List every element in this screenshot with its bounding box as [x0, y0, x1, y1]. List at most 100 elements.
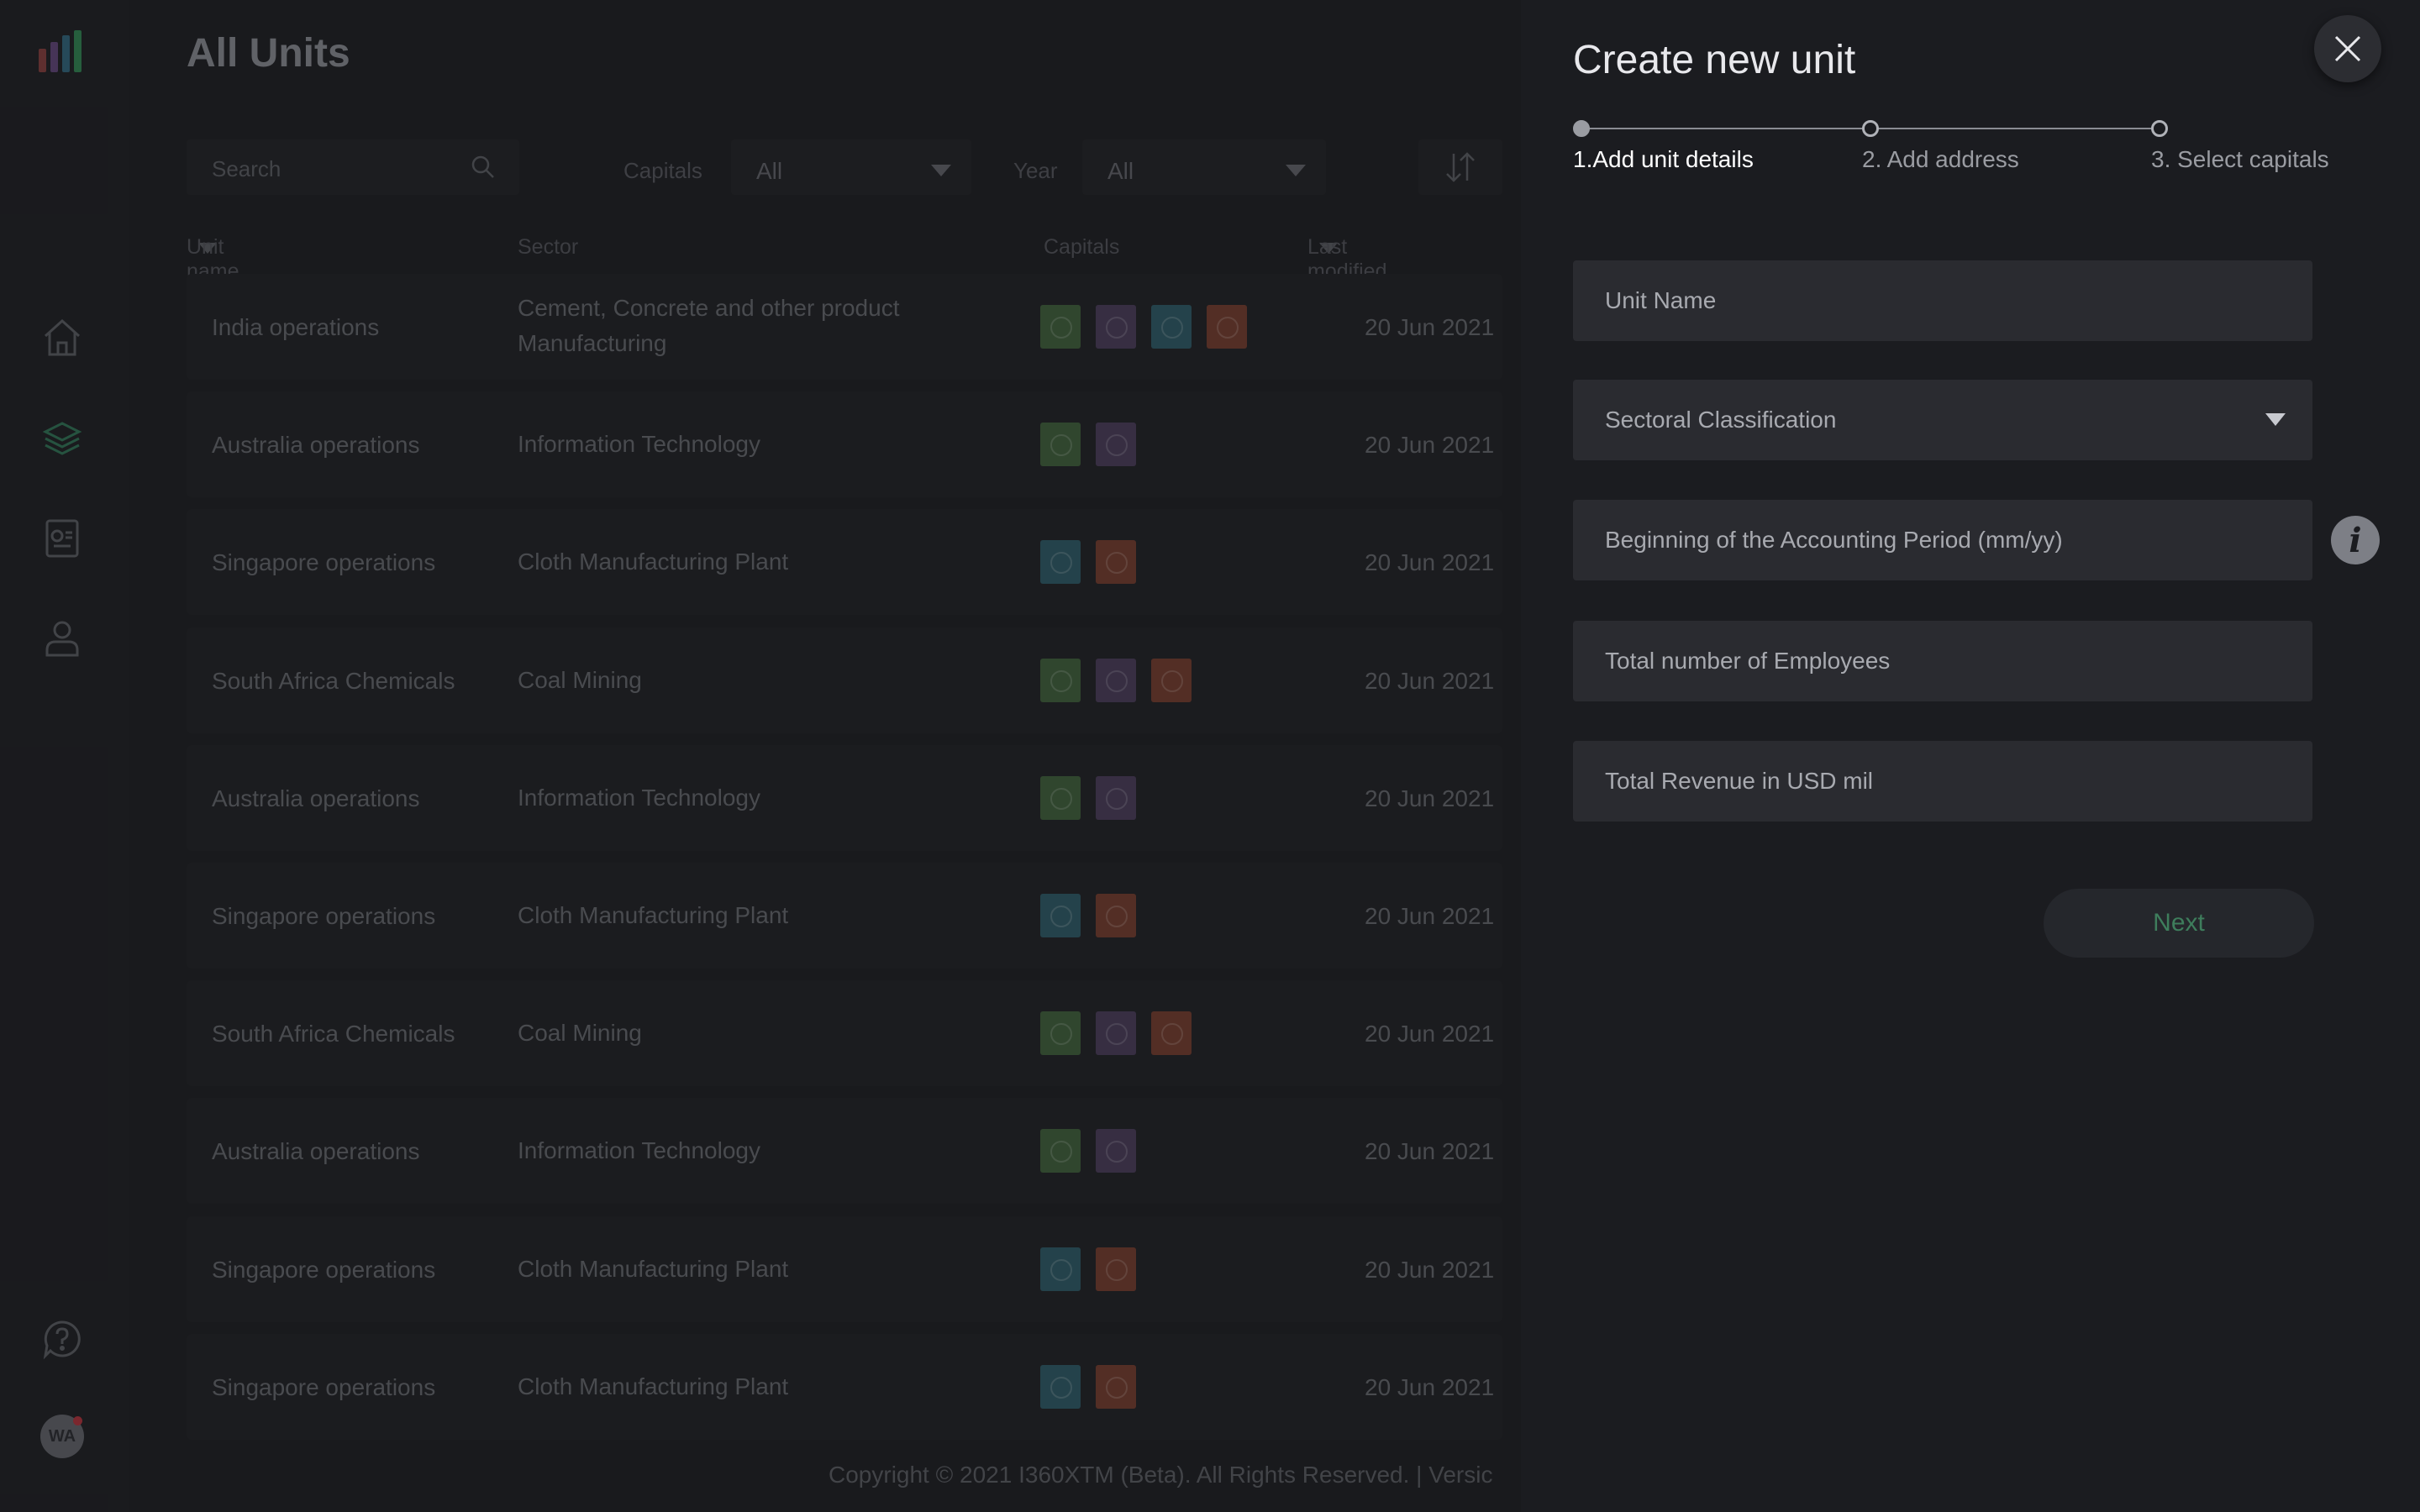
app: WA All Units Search Capitals All Year Al…: [0, 0, 2420, 1512]
chevron-down-icon: [931, 165, 951, 176]
year-filter-label: Year: [1013, 158, 1058, 183]
sector-cell: Coal Mining: [518, 666, 642, 693]
human-capital-icon: [1096, 775, 1136, 820]
employees-field[interactable]: Total number of Employees: [1573, 621, 2312, 701]
social-capital-icon: [1040, 540, 1081, 585]
accounting-period-field[interactable]: Beginning of the Accounting Period (mm/y…: [1573, 500, 2312, 580]
capitals-filter-value: All: [756, 158, 783, 184]
stepper: 1.Add unit details 2. Add address 3. Sel…: [1573, 116, 2329, 183]
human-capital-icon: [1096, 1011, 1136, 1056]
table-row[interactable]: Australia operations Information Technolo…: [187, 744, 1502, 851]
search-icon[interactable]: [471, 155, 496, 180]
unit-name-cell: Singapore operations: [212, 549, 436, 576]
employees-placeholder: Total number of Employees: [1605, 648, 1891, 674]
avatar-initials: WA: [48, 1426, 76, 1446]
report-icon[interactable]: [39, 514, 86, 561]
environment-capital-icon: [1040, 775, 1081, 820]
panel-title: Create new unit: [1573, 38, 1856, 82]
financial-capital-icon: [1096, 540, 1136, 585]
sectoral-classification-placeholder: Sectoral Classification: [1605, 407, 1837, 433]
capitals-cell: [1040, 775, 1136, 820]
table-row[interactable]: India operations Cement, Concrete and oth…: [187, 274, 1502, 380]
close-button[interactable]: [2314, 15, 2381, 82]
last-modified-cell: 20 Jun 2021: [1365, 903, 1495, 929]
financial-capital-icon: [1096, 1364, 1136, 1409]
sector-cell: Cloth Manufacturing Plant: [518, 1255, 789, 1282]
sectoral-classification-select[interactable]: Sectoral Classification: [1573, 380, 2312, 460]
financial-capital-icon: [1207, 305, 1247, 349]
step-dot-1: [1573, 120, 1590, 137]
table-header: Unit name Sector Capitals Last modified: [187, 235, 1502, 283]
environment-capital-icon: [1040, 423, 1081, 467]
last-modified-cell: 20 Jun 2021: [1365, 1256, 1495, 1283]
revenue-placeholder: Total Revenue in USD mil: [1605, 768, 1874, 794]
unit-name-field[interactable]: Unit Name: [1573, 260, 2312, 341]
sort-icon: [1446, 152, 1475, 182]
financial-capital-icon: [1151, 1011, 1192, 1056]
layers-icon[interactable]: [39, 415, 86, 462]
sector-cell: Coal Mining: [518, 1020, 642, 1047]
sort-button[interactable]: [1418, 139, 1502, 195]
human-capital-icon: [1096, 305, 1136, 349]
chevron-down-icon: [1286, 165, 1306, 176]
avatar[interactable]: WA: [39, 1413, 86, 1460]
unit-name-cell: India operations: [212, 314, 380, 340]
last-modified-cell: 20 Jun 2021: [1365, 549, 1495, 576]
financial-capital-icon: [1096, 1247, 1136, 1291]
table-row[interactable]: South Africa Chemicals Coal Mining 20 Jun …: [187, 980, 1502, 1087]
unit-name-cell: Australia operations: [212, 785, 420, 811]
sector-cell: Cloth Manufacturing Plant: [518, 549, 789, 575]
capitals-cell: [1040, 1364, 1136, 1409]
help-icon[interactable]: [39, 1315, 86, 1362]
capitals-filter-select[interactable]: All: [731, 139, 971, 195]
page-title: All Units: [187, 31, 350, 76]
environment-capital-icon: [1040, 1011, 1081, 1056]
home-icon[interactable]: [39, 314, 86, 361]
user-icon[interactable]: [39, 615, 86, 662]
table-row[interactable]: Singapore operations Cloth Manufacturing …: [187, 1333, 1502, 1440]
sector-cell: Cloth Manufacturing Plant: [518, 902, 789, 928]
column-last-modified[interactable]: Last modified: [1307, 235, 1387, 283]
table-row[interactable]: Australia operations Information Technolo…: [187, 1098, 1502, 1205]
table-row[interactable]: Singapore operations Cloth Manufacturing …: [187, 863, 1502, 969]
step-connector: [1872, 128, 2151, 129]
social-capital-icon: [1151, 305, 1192, 349]
financial-capital-icon: [1151, 658, 1192, 702]
social-capital-icon: [1040, 894, 1081, 937]
table-row[interactable]: Australia operations Information Technolo…: [187, 391, 1502, 498]
main-content: All Units Search Capitals All Year All U…: [129, 0, 1521, 1512]
notification-dot: [73, 1416, 82, 1425]
step-label-3[interactable]: 3. Select capitals: [2151, 146, 2329, 173]
filter-bar: Search Capitals All Year All: [187, 139, 1502, 195]
sector-cell: Information Technology: [518, 784, 760, 811]
last-modified-cell: 20 Jun 2021: [1365, 667, 1495, 694]
sector-cell: Cloth Manufacturing Plant: [518, 1373, 789, 1399]
table-row[interactable]: South Africa Chemicals Coal Mining 20 Jun …: [187, 627, 1502, 733]
chevron-down-icon: [2265, 413, 2286, 426]
year-filter-value: All: [1107, 158, 1134, 184]
unit-name-cell: Australia operations: [212, 1138, 420, 1165]
search-input[interactable]: Search: [187, 139, 519, 195]
unit-name-placeholder: Unit Name: [1605, 287, 1717, 313]
capitals-cell: [1040, 1129, 1136, 1173]
sector-cell: Information Technology: [518, 431, 760, 458]
capitals-cell: [1040, 1247, 1136, 1291]
human-capital-icon: [1096, 1129, 1136, 1173]
revenue-field[interactable]: Total Revenue in USD mil: [1573, 741, 2312, 822]
table-row[interactable]: Singapore operations Cloth Manufacturing …: [187, 1215, 1502, 1322]
human-capital-icon: [1096, 423, 1136, 467]
unit-name-cell: South Africa Chemicals: [212, 1021, 455, 1047]
create-unit-panel: Create new unit 1.Add unit details 2. Ad…: [1521, 0, 2420, 1512]
next-button[interactable]: Next: [2044, 889, 2314, 958]
step-label-1[interactable]: 1.Add unit details: [1573, 146, 1754, 173]
step-label-2[interactable]: 2. Add address: [1862, 146, 2019, 173]
info-icon[interactable]: i: [2331, 516, 2380, 564]
footer-copyright: Copyright © 2021 I360XTM (Beta). All Rig…: [829, 1462, 1493, 1488]
capitals-cell: [1040, 540, 1136, 585]
column-unit-name[interactable]: Unit name: [187, 235, 239, 283]
last-modified-cell: 20 Jun 2021: [1365, 1138, 1495, 1165]
table-row[interactable]: Singapore operations Cloth Manufacturing …: [187, 509, 1502, 616]
app-logo[interactable]: [39, 29, 86, 72]
year-filter-select[interactable]: All: [1082, 139, 1326, 195]
capitals-cell: [1040, 1011, 1192, 1056]
